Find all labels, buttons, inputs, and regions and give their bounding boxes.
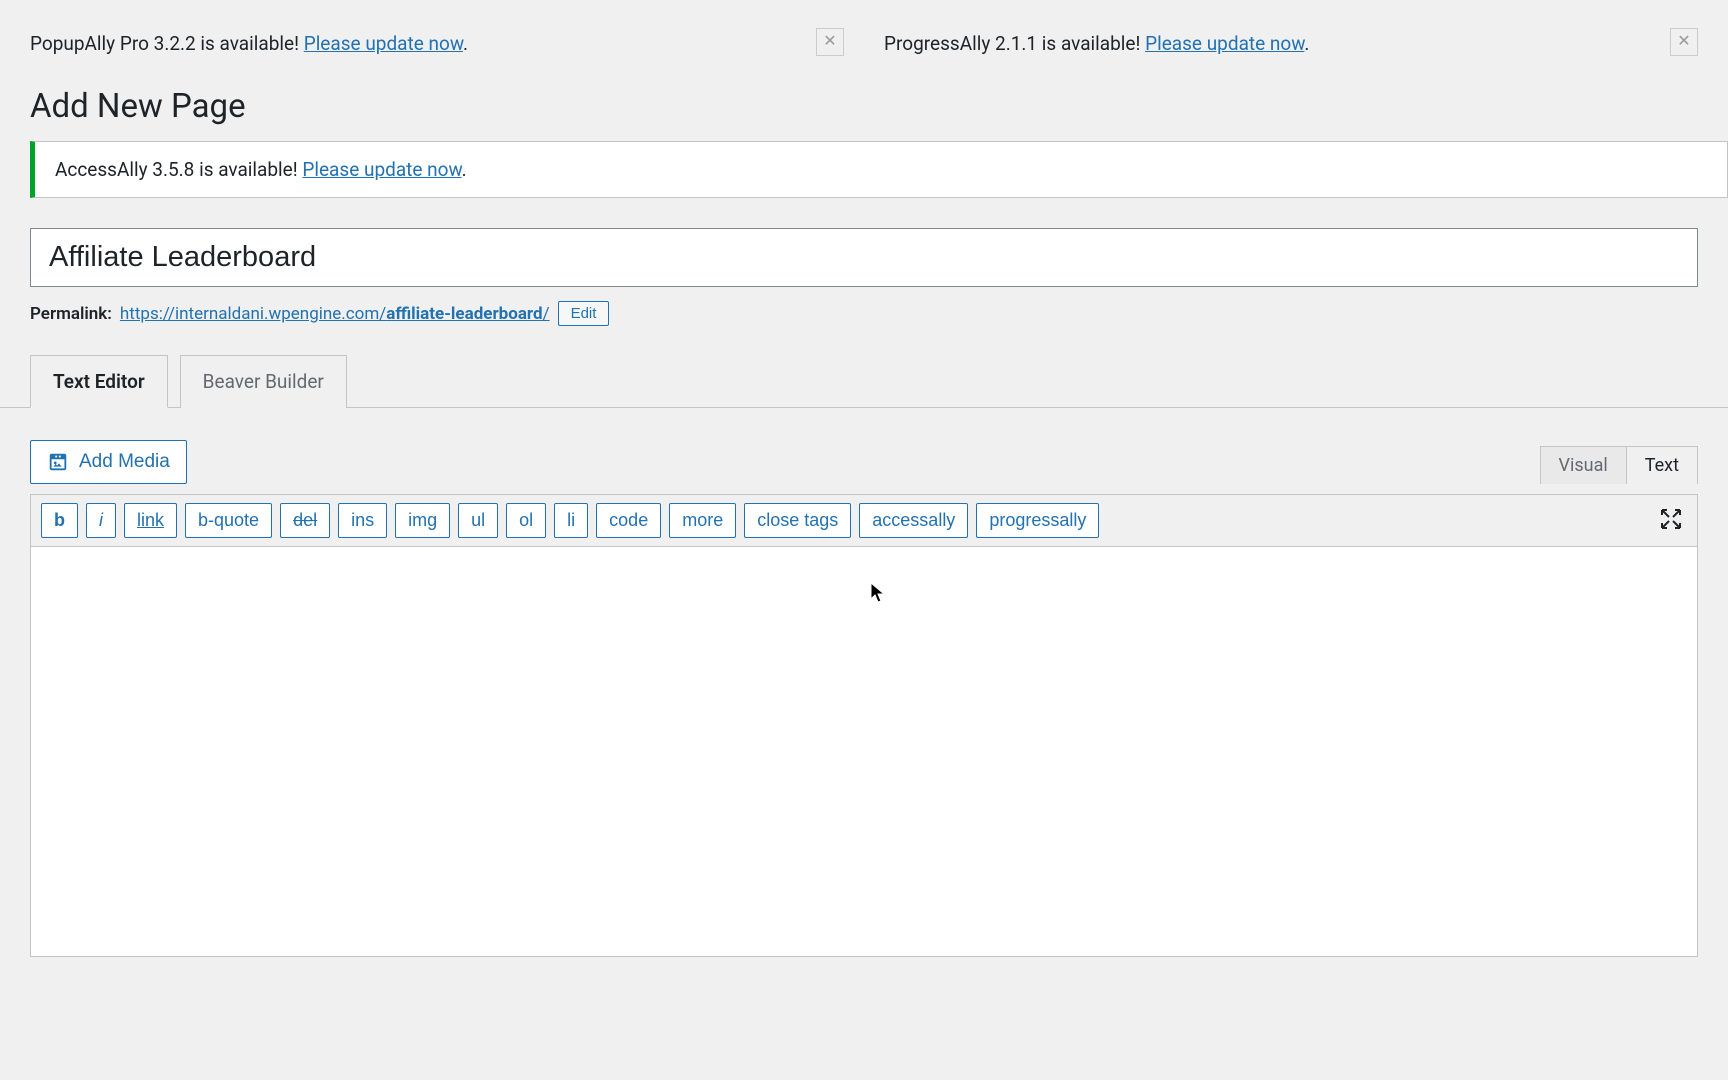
qt-del[interactable]: del [280, 503, 330, 538]
qt-italic[interactable]: i [86, 503, 116, 538]
qt-li[interactable]: li [554, 503, 588, 538]
suffix: . [1304, 32, 1309, 55]
progressally-notice: ProgressAlly 2.1.1 is available! Please … [884, 20, 1698, 67]
close-icon[interactable]: ✕ [816, 28, 844, 56]
update-link[interactable]: Please update now [304, 32, 463, 55]
permalink-url[interactable]: https://internaldani.wpengine.com/affili… [120, 304, 550, 324]
qt-code[interactable]: code [596, 503, 661, 538]
notice-text: AccessAlly 3.5.8 is available! [55, 158, 302, 181]
view-tabs: Visual Text [1540, 446, 1698, 484]
notice-text: ProgressAlly 2.1.1 is available! [884, 32, 1145, 55]
edit-permalink-button[interactable]: Edit [558, 301, 610, 326]
qt-bold[interactable]: b [41, 503, 78, 538]
qt-bquote[interactable]: b-quote [185, 503, 272, 538]
qt-img[interactable]: img [395, 503, 450, 538]
tab-beaver-builder[interactable]: Beaver Builder [180, 355, 347, 408]
title-wrap [0, 198, 1728, 287]
tab-visual[interactable]: Visual [1540, 446, 1627, 484]
media-row: Add Media Visual Text [0, 408, 1728, 494]
qt-accessally[interactable]: accessally [859, 503, 968, 538]
qt-progressally[interactable]: progressally [976, 503, 1099, 538]
fullscreen-button[interactable] [1655, 503, 1687, 538]
tab-text-editor[interactable]: Text Editor [30, 355, 168, 408]
permalink-trail: / [543, 304, 550, 324]
add-media-label: Add Media [79, 451, 170, 473]
update-link[interactable]: Please update now [1145, 32, 1304, 55]
qt-ol[interactable]: ol [506, 503, 546, 538]
close-icon[interactable]: ✕ [1670, 28, 1698, 56]
qt-ins[interactable]: ins [338, 503, 387, 538]
top-notices: PopupAlly Pro 3.2.2 is available! Please… [0, 0, 1728, 67]
fullscreen-icon [1659, 507, 1683, 531]
accessally-notice: AccessAlly 3.5.8 is available! Please up… [30, 141, 1728, 198]
popupally-notice: PopupAlly Pro 3.2.2 is available! Please… [30, 20, 844, 67]
suffix: . [463, 32, 468, 55]
qt-more[interactable]: more [669, 503, 736, 538]
permalink-label: Permalink: [30, 304, 112, 324]
add-media-button[interactable]: Add Media [30, 440, 187, 484]
suffix: . [462, 158, 467, 181]
qt-link[interactable]: link [124, 503, 177, 538]
permalink-base: https://internaldani.wpengine.com/ [120, 304, 386, 324]
quicktags-toolbar: b i link b-quote del ins img ul ol li co… [30, 494, 1698, 547]
media-icon [47, 451, 69, 473]
editor-tabs: Text Editor Beaver Builder [0, 326, 1728, 408]
qt-ul[interactable]: ul [458, 503, 498, 538]
qt-close-tags[interactable]: close tags [744, 503, 851, 538]
page-title: Add New Page [0, 67, 1728, 141]
page-title-input[interactable] [30, 228, 1698, 287]
update-link[interactable]: Please update now [302, 158, 461, 181]
content-textarea[interactable] [30, 547, 1698, 957]
notice-text: PopupAlly Pro 3.2.2 is available! [30, 32, 304, 55]
permalink-slug: affiliate-leaderboard [386, 304, 542, 324]
permalink-row: Permalink: https://internaldani.wpengine… [0, 287, 1728, 326]
tab-text[interactable]: Text [1627, 446, 1698, 484]
